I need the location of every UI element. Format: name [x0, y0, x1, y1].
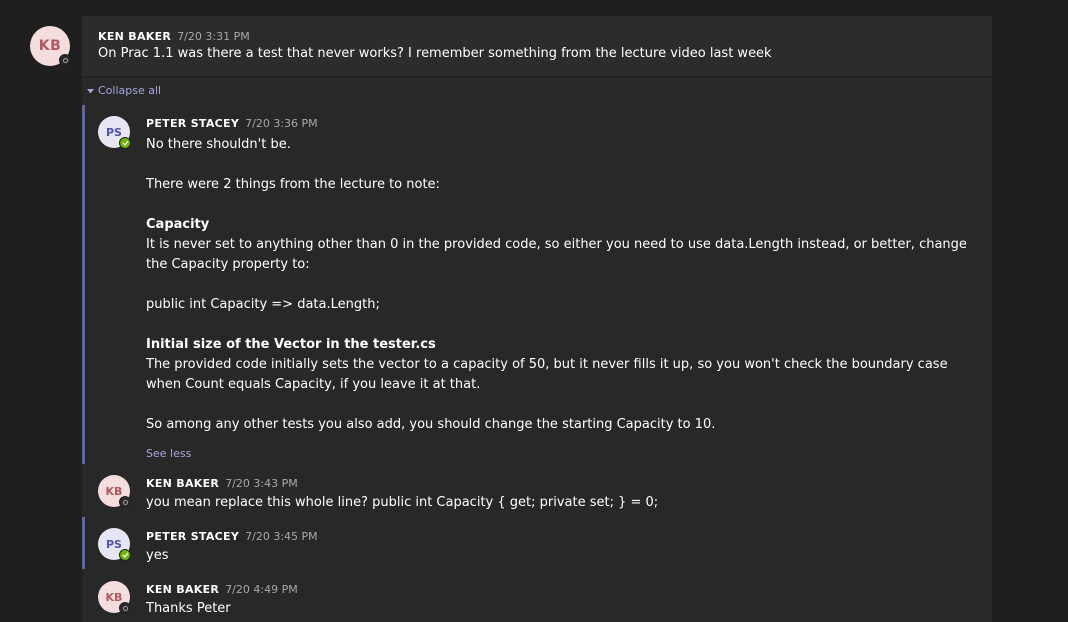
- avatar[interactable]: KB: [98, 581, 131, 614]
- message-timestamp: 7/20 4:49 PM: [225, 583, 298, 596]
- presence-available-icon: [119, 549, 131, 561]
- see-less-link[interactable]: See less: [146, 447, 986, 460]
- message-paragraph: The provided code initially sets the vec…: [146, 357, 948, 392]
- presence-available-icon: [119, 137, 131, 149]
- message-author[interactable]: PETER STACEY: [146, 530, 239, 543]
- presence-offline-icon: [119, 496, 131, 508]
- message-paragraph: So among any other tests you also add, y…: [146, 417, 716, 432]
- message-body: you mean replace this whole line? public…: [146, 495, 659, 510]
- message-paragraph: There were 2 things from the lecture to …: [146, 177, 440, 192]
- message-paragraph: No there shouldn't be.: [146, 137, 291, 152]
- message-body: Thanks Peter: [146, 601, 231, 616]
- avatar[interactable]: PS: [98, 528, 131, 561]
- message-author[interactable]: PETER STACEY: [146, 117, 239, 130]
- root-message: KEN BAKER 7/20 3:31 PM On Prac 1.1 was th…: [82, 16, 992, 77]
- reply-message: PS PETER STACEY 7/20 3:36 PM No there sho…: [82, 105, 992, 464]
- message-paragraph: It is never set to anything other than 0…: [146, 237, 967, 272]
- avatar[interactable]: KB: [98, 475, 131, 508]
- message-body: On Prac 1.1 was there a test that never …: [98, 46, 772, 61]
- message-paragraph: public int Capacity => data.Length;: [146, 297, 380, 312]
- message-body: yes: [146, 548, 169, 563]
- avatar-initials: KB: [105, 590, 123, 604]
- message-timestamp: 7/20 3:36 PM: [245, 117, 318, 130]
- message-author[interactable]: KEN BAKER: [146, 477, 219, 490]
- presence-offline-icon: [119, 602, 131, 614]
- avatar[interactable]: PS: [98, 116, 131, 149]
- caret-down-icon: [87, 84, 94, 97]
- collapse-all-label: Collapse all: [98, 84, 162, 97]
- avatar-initials: PS: [106, 537, 122, 551]
- presence-offline-icon: [59, 54, 71, 66]
- message-timestamp: 7/20 3:45 PM: [245, 530, 318, 543]
- collapse-all-button[interactable]: Collapse all: [87, 84, 161, 97]
- reply-message: KB KEN BAKER 7/20 4:49 PM Thanks Peter: [82, 570, 992, 622]
- reply-message: PS PETER STACEY 7/20 3:45 PM yes: [82, 517, 992, 569]
- avatar-initials: KB: [105, 484, 123, 498]
- collapse-bar: Collapse all: [82, 77, 992, 105]
- reply-message: KB KEN BAKER 7/20 3:43 PM you mean replac…: [82, 464, 992, 516]
- avatar-initials: PS: [106, 125, 122, 139]
- avatar[interactable]: KB: [30, 26, 71, 66]
- message-author[interactable]: KEN BAKER: [146, 583, 219, 596]
- message-timestamp: 7/20 3:31 PM: [177, 30, 250, 43]
- avatar-initials: KB: [38, 38, 62, 54]
- message-author[interactable]: KEN BAKER: [98, 30, 171, 43]
- message-timestamp: 7/20 3:43 PM: [225, 477, 298, 490]
- message-heading: Initial size of the Vector in the tester…: [146, 337, 436, 352]
- conversation-thread: KEN BAKER 7/20 3:31 PM On Prac 1.1 was th…: [82, 16, 992, 622]
- message-heading: Capacity: [146, 217, 210, 232]
